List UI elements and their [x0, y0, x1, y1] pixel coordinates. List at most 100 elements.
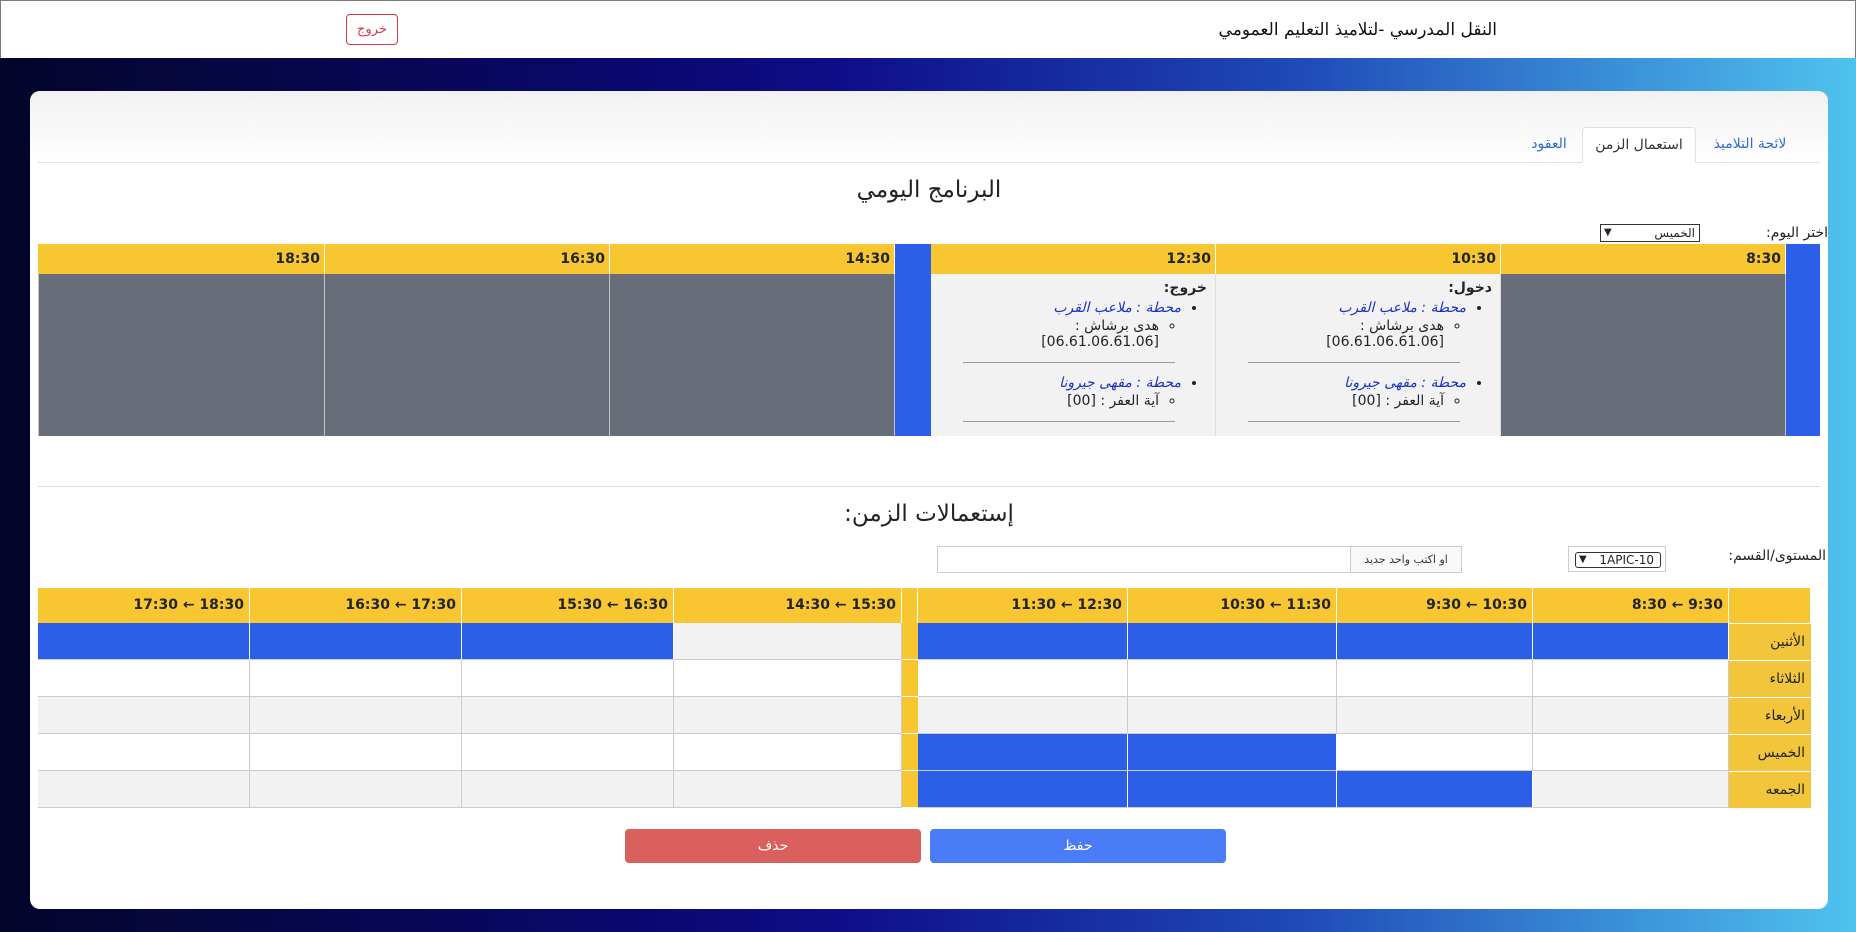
- timetable-cell[interactable]: [462, 771, 674, 808]
- tab-timetable[interactable]: استعمال الزمن: [1582, 127, 1696, 163]
- station-name: محطة : ملاعب القرب: [1338, 300, 1466, 316]
- save-button[interactable]: حفظ: [930, 829, 1226, 863]
- day-row-label: الثلاثاء: [1729, 660, 1811, 697]
- chevron-down-icon: ▼: [1604, 227, 1612, 238]
- timetable-cell[interactable]: [1337, 660, 1533, 697]
- timetable-cell[interactable]: [38, 771, 250, 808]
- timetable-cell[interactable]: [674, 734, 902, 771]
- slot-header: 15:30 ← 16:30: [462, 588, 674, 623]
- timetable-cell[interactable]: [1533, 623, 1729, 660]
- timetable-cell[interactable]: [250, 697, 462, 734]
- slot-kind: خروج:: [1163, 280, 1207, 296]
- timetable-cell[interactable]: [1533, 771, 1729, 808]
- break-cell: [902, 734, 918, 771]
- daily-time-column: [1786, 244, 1820, 436]
- break-cell: [902, 623, 918, 660]
- timetable-cell[interactable]: [1533, 734, 1729, 771]
- timetable-cell[interactable]: [674, 771, 902, 808]
- delete-button[interactable]: حذف: [625, 829, 921, 863]
- break-cell: [902, 660, 918, 697]
- timetable-cell[interactable]: [38, 660, 250, 697]
- section-divider: [38, 486, 1820, 487]
- time-header: 14:30: [610, 244, 895, 274]
- time-header: 16:30: [325, 244, 610, 274]
- top-navbar: النقل المدرسي -لتلاميذ التعليم العمومي خ…: [0, 0, 1856, 58]
- slot-header: 11:30 ← 12:30: [918, 588, 1128, 623]
- tab-students-list[interactable]: لائحة التلاميذ: [1696, 127, 1804, 162]
- empty-slot: [610, 274, 895, 436]
- day-select[interactable]: الخميس ▼: [1600, 224, 1700, 242]
- timetable-cell[interactable]: [674, 660, 902, 697]
- timetable-cell[interactable]: [674, 623, 902, 660]
- new-level-input[interactable]: او اكتب واحد جديد: [937, 546, 1462, 573]
- tab-contracts[interactable]: العقود: [1516, 127, 1582, 162]
- station-name: محطة : مقهى جيرونا: [1059, 375, 1181, 391]
- station-name: محطة : مقهى جيرونا: [1344, 375, 1466, 391]
- station-name: محطة : ملاعب القرب: [1053, 300, 1181, 316]
- timetable-cell[interactable]: [1533, 660, 1729, 697]
- timetable-cell[interactable]: [674, 697, 902, 734]
- daily-schedule-grid: 8:30 10:30 12:30 14:30 16:30 18:30 دخول:…: [38, 244, 1820, 474]
- entry-slot: دخول: محطة : ملاعب القرب هدى برشاش :[06.…: [1216, 274, 1501, 436]
- student-phone: [06.61.06.61.06]: [1041, 334, 1159, 350]
- slot-header: 16:30 ← 17:30: [250, 588, 462, 623]
- new-level-addon: او اكتب واحد جديد: [1350, 547, 1461, 572]
- student-phone: [06.61.06.61.06]: [1326, 334, 1444, 350]
- timetable-cell[interactable]: [1128, 734, 1337, 771]
- timetable-cell[interactable]: [1533, 697, 1729, 734]
- timetable-cell[interactable]: [250, 734, 462, 771]
- timetable-cell[interactable]: [918, 734, 1128, 771]
- timetable-cell[interactable]: [38, 623, 250, 660]
- tab-bar: لائحة التلاميذ استعمال الزمن العقود: [38, 127, 1820, 163]
- level-select[interactable]: 1APIC-10 ▼: [1575, 552, 1661, 568]
- timetable-cell[interactable]: [1128, 660, 1337, 697]
- slot-header: 8:30 ← 9:30: [1533, 588, 1729, 623]
- timetable-cell[interactable]: [1337, 734, 1533, 771]
- empty-slot: [325, 274, 610, 436]
- timetable-cell[interactable]: [250, 771, 462, 808]
- time-header: 12:30: [931, 244, 1216, 274]
- day-select-value: الخميس: [1654, 226, 1695, 240]
- break-header: [902, 588, 918, 623]
- student-name: آية العفر : [00]: [1352, 393, 1444, 409]
- timetables-title: إستعمالات الزمن:: [844, 501, 1014, 527]
- timetable-cell[interactable]: [462, 697, 674, 734]
- exit-slot: خروج: محطة : ملاعب القرب هدى برشاش :[06.…: [931, 274, 1216, 436]
- timetable-cell[interactable]: [250, 623, 462, 660]
- timetable-cell[interactable]: [1128, 771, 1337, 808]
- slot-header: 14:30 ← 15:30: [674, 588, 902, 623]
- day-row-label: الأثنين: [1729, 623, 1811, 660]
- timetable-cell[interactable]: [250, 660, 462, 697]
- timetable-cell[interactable]: [918, 660, 1128, 697]
- logout-button[interactable]: خروج: [346, 14, 398, 45]
- day-row-label: الجمعه: [1729, 771, 1811, 808]
- empty-slot: [38, 274, 325, 436]
- timetable-cell[interactable]: [38, 697, 250, 734]
- timetable-cell[interactable]: [1337, 623, 1533, 660]
- break-cell: [902, 697, 918, 734]
- timetable-cell[interactable]: [1337, 771, 1533, 808]
- time-header: 8:30: [1501, 244, 1786, 274]
- slot-header: 10:30 ← 11:30: [1128, 588, 1337, 623]
- slot-header: 17:30 ← 18:30: [38, 588, 250, 623]
- timetable-cell[interactable]: [918, 697, 1128, 734]
- app-title: النقل المدرسي -لتلاميذ التعليم العمومي: [1218, 20, 1497, 40]
- day-row-label: الأربعاء: [1729, 697, 1811, 734]
- timetable-cell[interactable]: [918, 623, 1128, 660]
- time-header: 10:30: [1216, 244, 1501, 274]
- timetable-cell[interactable]: [462, 623, 674, 660]
- day-select-label: اختر اليوم:: [1766, 225, 1828, 241]
- student-name: هدى برشاش :: [1074, 318, 1159, 334]
- level-select-value: 1APIC-10: [1599, 553, 1654, 567]
- break-cell: [902, 771, 918, 808]
- timetable-cell[interactable]: [1337, 697, 1533, 734]
- timetable-cell[interactable]: [918, 771, 1128, 808]
- timetable-cell[interactable]: [38, 734, 250, 771]
- student-name: آية العفر : [00]: [1067, 393, 1159, 409]
- lunch-break-column: [895, 244, 931, 436]
- main-card: لائحة التلاميذ استعمال الزمن العقود البر…: [30, 91, 1828, 909]
- timetable-cell[interactable]: [1128, 623, 1337, 660]
- timetable-cell[interactable]: [1128, 697, 1337, 734]
- timetable-cell[interactable]: [462, 734, 674, 771]
- timetable-cell[interactable]: [462, 660, 674, 697]
